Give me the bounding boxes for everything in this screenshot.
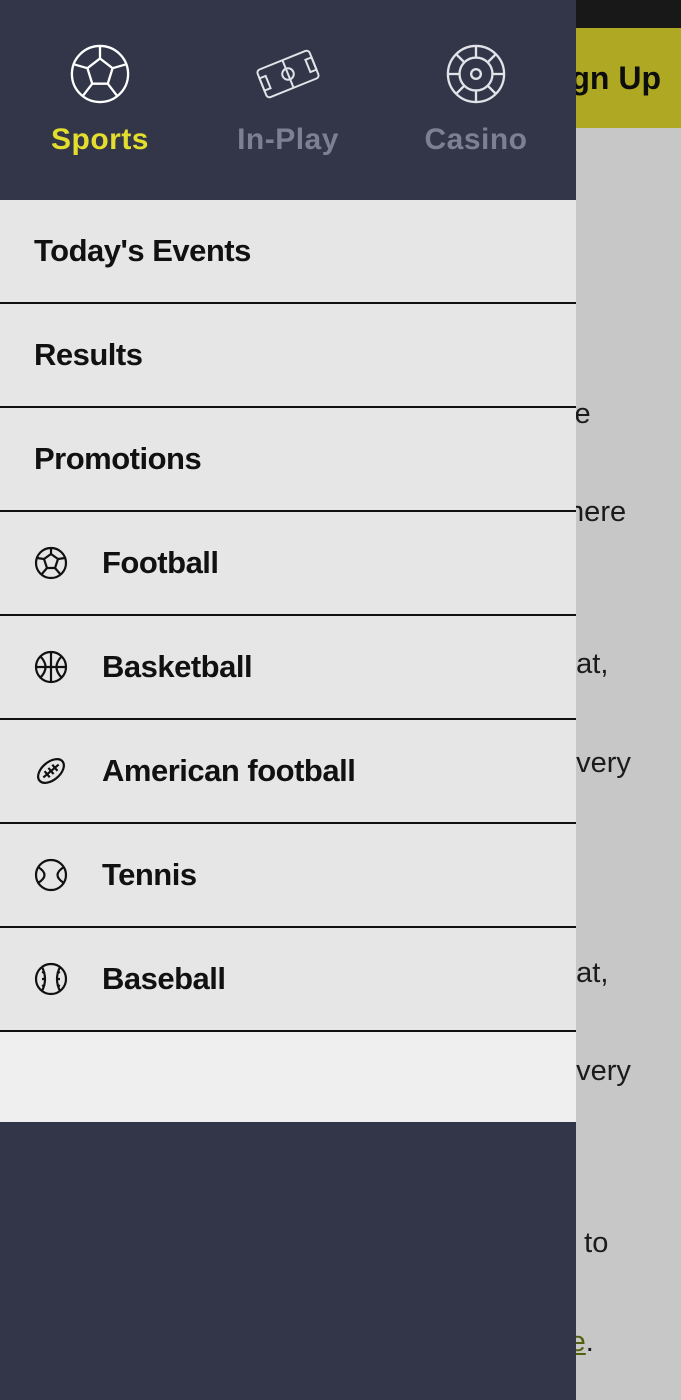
menu-item-label: Football [102,545,219,581]
menu-blank-area [0,1032,576,1122]
american-football-icon [34,754,68,788]
tennis-icon [34,858,68,892]
baseball-icon [34,962,68,996]
menu-item-american-football[interactable]: American football [0,720,576,824]
menu-item-results[interactable]: Results [0,304,576,408]
tab-casino[interactable]: Casino [382,43,570,157]
football-icon [34,546,68,580]
menu-item-label: Results [34,337,142,373]
tab-label: In-Play [237,123,339,157]
menu-item-label: Promotions [34,441,201,477]
menu-item-tennis[interactable]: Tennis [0,824,576,928]
tab-label: Sports [51,123,149,157]
menu-item-promotions[interactable]: Promotions [0,408,576,512]
menu-item-label: Today's Events [34,233,251,269]
menu-item-baseball[interactable]: Baseball [0,928,576,1032]
menu-item-football[interactable]: Football [0,512,576,616]
drawer-tabs: Sports In-Play [0,0,576,200]
menu-item-label: Basketball [102,649,252,685]
side-drawer: Sports In-Play [0,0,576,1400]
menu-item-todays-events[interactable]: Today's Events [0,200,576,304]
tab-in-play[interactable]: In-Play [194,43,382,157]
pitch-icon [255,43,321,105]
menu-item-label: Baseball [102,961,226,997]
drawer-empty-area [0,1122,576,1400]
tab-sports[interactable]: Sports [6,43,194,157]
menu-item-label: American football [102,753,355,789]
drawer-menu: Today's Events Results Promotions Footba… [0,200,576,1032]
roulette-icon [443,43,509,105]
basketball-icon [34,650,68,684]
menu-item-basketball[interactable]: Basketball [0,616,576,720]
menu-item-label: Tennis [102,857,197,893]
tab-label: Casino [424,123,527,157]
soccer-ball-icon [67,43,133,105]
